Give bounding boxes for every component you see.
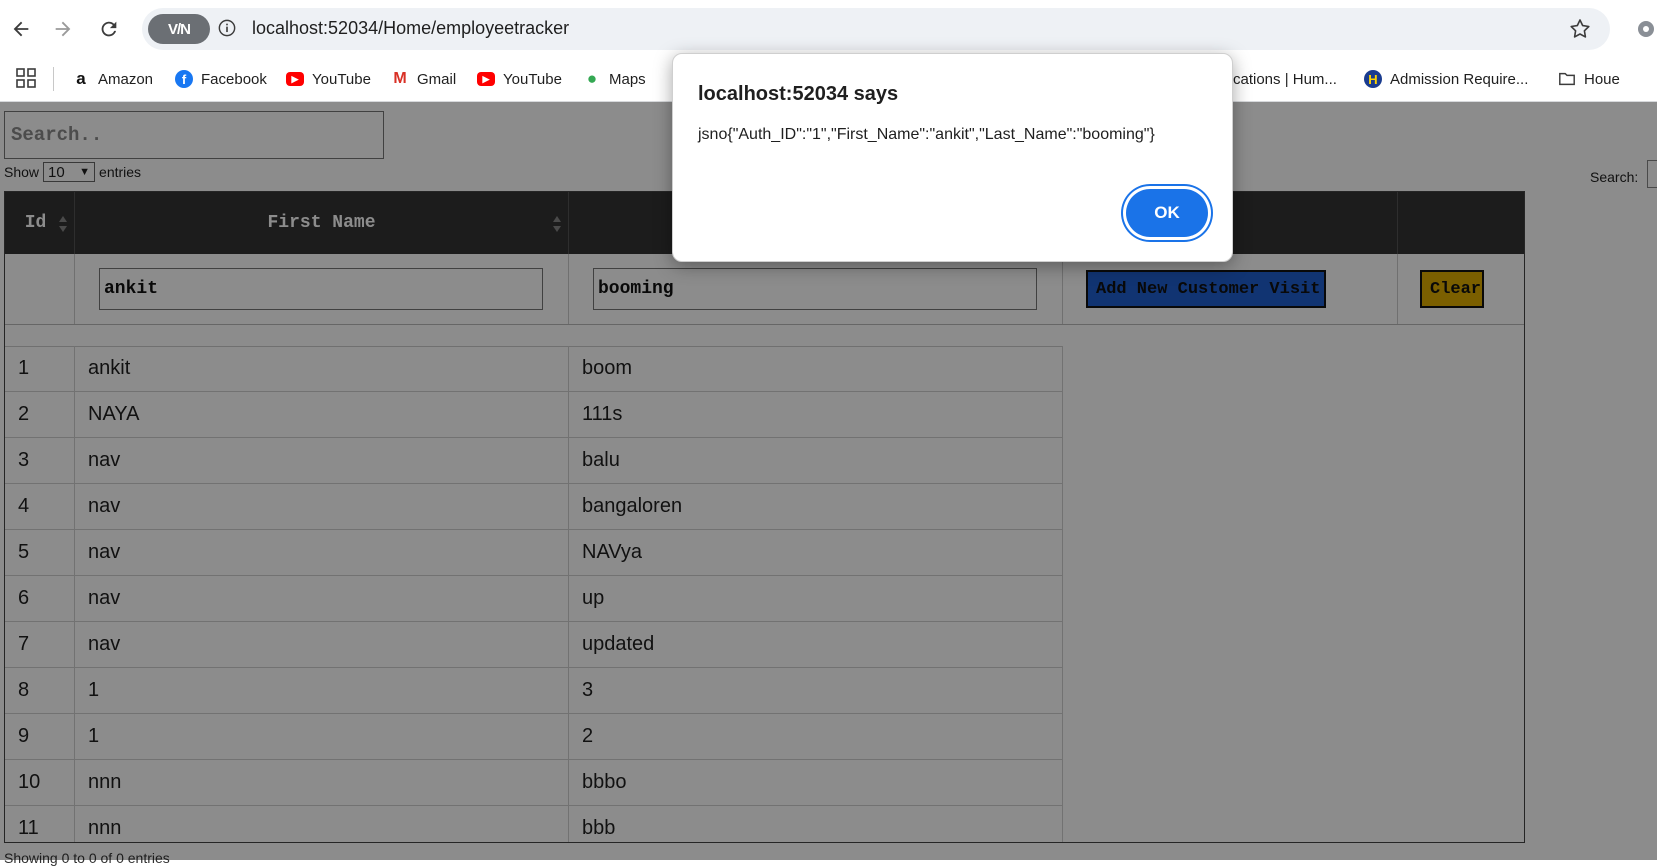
bookmark-label: Facebook xyxy=(201,70,267,88)
bookmark-label: Admission Require... xyxy=(1390,70,1529,88)
youtube-icon: ▶ xyxy=(286,72,304,86)
bookmark-gmail[interactable]: M Gmail xyxy=(391,65,456,93)
maps-icon: ● xyxy=(586,69,598,88)
bookmark-label: Houe xyxy=(1584,70,1620,88)
bookmark-label: Gmail xyxy=(417,70,457,88)
site-info-icon[interactable] xyxy=(218,19,236,37)
forward-button[interactable] xyxy=(44,10,82,48)
bookmark-star-icon[interactable] xyxy=(1568,17,1592,41)
gmail-icon: M xyxy=(393,70,407,87)
alert-dialog: localhost:52034 says jsno{"Auth_ID":"1",… xyxy=(672,53,1233,262)
url-text[interactable]: localhost:52034/Home/employeetracker xyxy=(252,18,569,39)
bookmark-hum[interactable]: cations | Hum... xyxy=(1233,65,1337,93)
bookmark-label: YouTube xyxy=(312,70,371,88)
reload-icon xyxy=(101,21,117,37)
bookmarks-separator xyxy=(53,67,54,91)
bookmark-maps[interactable]: ● Maps xyxy=(583,65,646,93)
address-bar[interactable]: V/N localhost:52034/Home/employeetracker xyxy=(142,8,1610,50)
ok-button[interactable]: OK xyxy=(1126,189,1208,237)
extension-icon[interactable] xyxy=(1636,19,1656,39)
dialog-title: localhost:52034 says xyxy=(698,83,899,105)
facebook-icon: f xyxy=(175,70,193,88)
bookmark-facebook[interactable]: f Facebook xyxy=(175,65,267,93)
site-icon: H xyxy=(1364,70,1382,88)
youtube-icon: ▶ xyxy=(477,72,495,86)
forward-arrow-icon xyxy=(55,21,71,37)
back-arrow-icon xyxy=(13,21,29,37)
bookmark-label: YouTube xyxy=(503,70,562,88)
bookmark-youtube[interactable]: ▶ YouTube xyxy=(286,65,371,93)
bookmark-label: Amazon xyxy=(98,70,154,88)
vpn-badge[interactable]: V/N xyxy=(148,14,210,44)
folder-icon xyxy=(1558,70,1576,88)
bookmark-youtube-2[interactable]: ▶ YouTube xyxy=(477,65,562,93)
reload-button[interactable] xyxy=(90,10,128,48)
bookmark-label: cations | Hum... xyxy=(1233,70,1337,88)
dialog-message: jsno{"Auth_ID":"1","First_Name":"ankit",… xyxy=(698,126,1155,143)
apps-grid-icon[interactable] xyxy=(16,68,36,88)
browser-toolbar: V/N localhost:52034/Home/employeetracker xyxy=(0,0,1657,58)
bookmark-folder-houe[interactable]: Houe xyxy=(1558,65,1620,93)
bookmark-label: Maps xyxy=(609,70,646,88)
bookmark-admission[interactable]: H Admission Require... xyxy=(1364,65,1528,93)
amazon-icon: a xyxy=(76,69,86,88)
back-button[interactable] xyxy=(2,10,40,48)
bookmark-amazon[interactable]: a Amazon xyxy=(72,65,153,93)
